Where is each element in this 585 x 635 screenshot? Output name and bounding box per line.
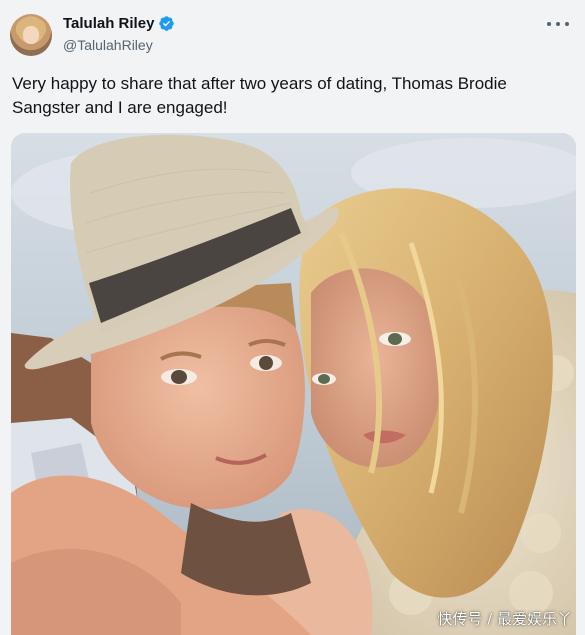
avatar[interactable] bbox=[10, 14, 52, 56]
author-handle[interactable]: @TalulahRiley bbox=[63, 37, 153, 53]
photo-couple-selfie bbox=[11, 133, 576, 635]
author-display-name[interactable]: Talulah Riley bbox=[63, 15, 154, 32]
verified-badge-icon bbox=[159, 16, 175, 31]
more-options-icon[interactable] bbox=[547, 14, 569, 34]
tweet-text: Very happy to share that after two years… bbox=[12, 74, 507, 117]
tweet-photo[interactable]: 快传号 / 最爱娱乐丫 bbox=[11, 133, 576, 635]
author-name-row: Talulah Riley bbox=[63, 15, 175, 32]
watermark-text: 快传号 / 最爱娱乐丫 bbox=[437, 610, 572, 628]
tweet-card: Talulah Riley @TalulahRiley Very happy t… bbox=[0, 0, 585, 635]
tweet-header: Talulah Riley @TalulahRiley bbox=[10, 12, 575, 58]
